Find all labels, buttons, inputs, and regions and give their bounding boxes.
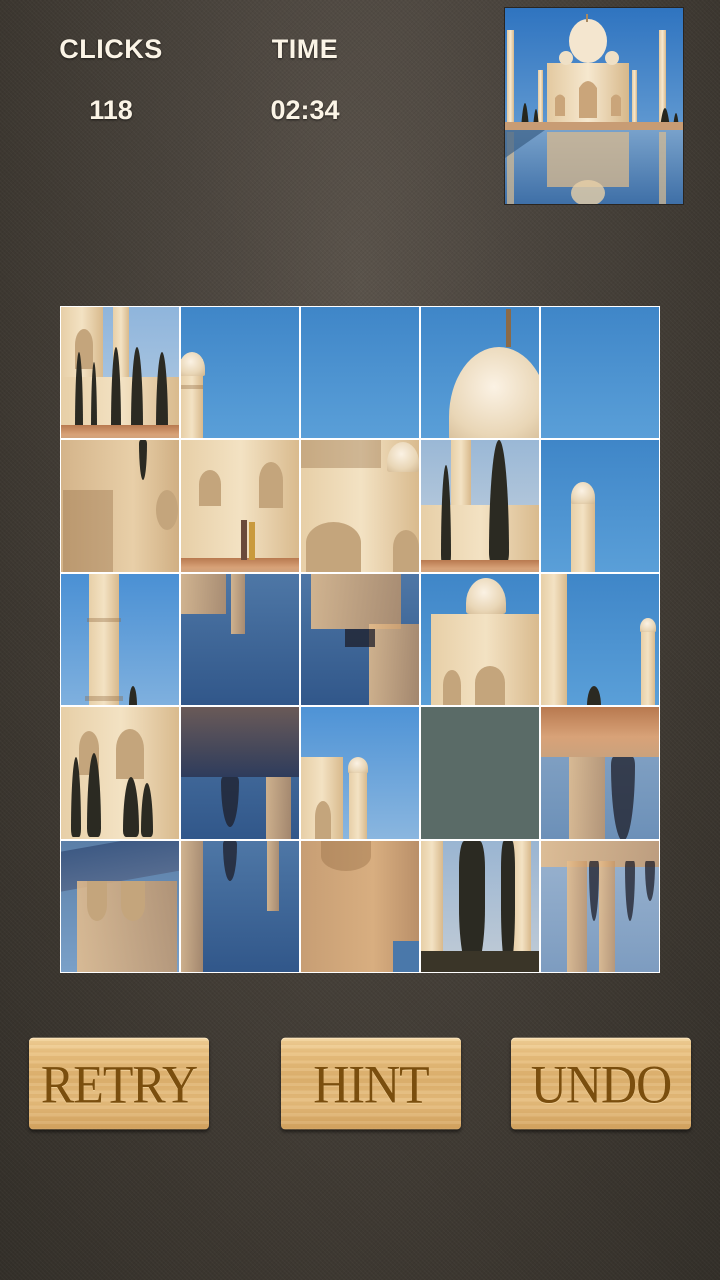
puzzle-tile[interactable] (300, 839, 420, 973)
clicks-label: CLICKS (59, 34, 163, 64)
puzzle-tile[interactable] (180, 706, 300, 840)
puzzle-tile[interactable] (60, 306, 180, 440)
puzzle-tile[interactable] (60, 839, 180, 973)
puzzle-tile[interactable] (540, 306, 660, 440)
time-counter: TIME 02:34 (245, 34, 365, 126)
puzzle-tile[interactable] (300, 306, 420, 440)
puzzle-board (60, 306, 660, 973)
time-label: TIME (271, 34, 339, 64)
puzzle-tile[interactable] (60, 706, 180, 840)
time-value: 02:34 (270, 95, 340, 125)
puzzle-tile[interactable] (60, 439, 180, 573)
clicks-counter: CLICKS 118 (50, 34, 172, 126)
retry-button[interactable]: RETRY (29, 1037, 209, 1130)
puzzle-tile[interactable] (180, 572, 300, 707)
puzzle-tile[interactable] (540, 839, 660, 973)
hint-button[interactable]: HINT (281, 1037, 461, 1130)
puzzle-tile[interactable] (300, 439, 420, 573)
empty-slot (420, 706, 540, 840)
puzzle-tile[interactable] (420, 439, 540, 573)
puzzle-tile[interactable] (540, 439, 660, 573)
puzzle-tile[interactable] (180, 439, 300, 573)
taj-mahal-preview-icon (505, 8, 683, 204)
puzzle-tile[interactable] (420, 306, 540, 440)
puzzle-tile[interactable] (420, 572, 540, 707)
puzzle-tile[interactable] (180, 306, 300, 440)
puzzle-tile[interactable] (300, 706, 420, 840)
puzzle-tile[interactable] (180, 839, 300, 973)
puzzle-tile[interactable] (540, 572, 660, 707)
preview-image[interactable] (504, 7, 684, 205)
puzzle-tile[interactable] (60, 572, 180, 707)
puzzle-tile[interactable] (300, 572, 420, 707)
clicks-value: 118 (89, 95, 133, 125)
puzzle-tile[interactable] (540, 706, 660, 840)
puzzle-tile[interactable] (420, 839, 540, 973)
undo-button[interactable]: UNDO (511, 1037, 691, 1130)
